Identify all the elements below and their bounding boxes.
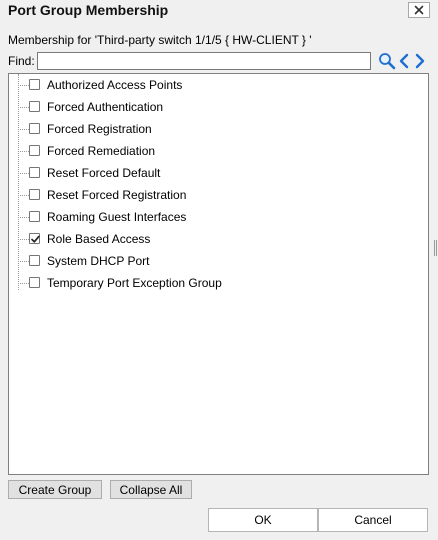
create-group-button[interactable]: Create Group: [8, 480, 102, 499]
search-icon[interactable]: [378, 52, 396, 70]
tree-item[interactable]: System DHCP Port: [9, 251, 409, 273]
ok-button[interactable]: OK: [208, 508, 318, 532]
tree-item-label: System DHCP Port: [47, 254, 150, 268]
tree-item-label: Temporary Port Exception Group: [47, 276, 222, 290]
tree-item[interactable]: Forced Authentication: [9, 97, 409, 119]
checkbox[interactable]: [29, 101, 40, 112]
tree-connector: [18, 283, 29, 284]
close-icon: [414, 5, 424, 15]
tree-item[interactable]: Roaming Guest Interfaces: [9, 207, 409, 229]
cancel-button[interactable]: Cancel: [318, 508, 428, 532]
tree-connector: [18, 85, 29, 86]
tree-item[interactable]: Forced Registration: [9, 119, 409, 141]
tree-item-label: Reset Forced Default: [47, 166, 161, 180]
checkbox[interactable]: [29, 123, 40, 134]
checkbox[interactable]: [29, 211, 40, 222]
port-group-tree[interactable]: Authorized Access Points Forced Authentic…: [8, 73, 429, 475]
checkbox[interactable]: [29, 145, 40, 156]
title-bar: Port Group Membership: [0, 0, 438, 21]
tree-connector: [18, 261, 29, 262]
find-input[interactable]: [37, 52, 371, 70]
checkbox[interactable]: [29, 79, 40, 90]
tree-connector: [18, 107, 29, 108]
tree-item[interactable]: Role Based Access: [9, 229, 409, 251]
tree-item-label: Reset Forced Registration: [47, 188, 187, 202]
checkbox[interactable]: [29, 167, 40, 178]
tree-item-label: Forced Registration: [47, 122, 152, 136]
checkbox[interactable]: [29, 189, 40, 200]
tree-connector: [18, 129, 29, 130]
tree-item[interactable]: Authorized Access Points: [9, 75, 409, 97]
tree-item[interactable]: Temporary Port Exception Group: [9, 273, 409, 295]
tree-item-label: Roaming Guest Interfaces: [47, 210, 187, 224]
tree-connector: [18, 217, 29, 218]
chevron-left-icon[interactable]: [398, 53, 410, 69]
find-label: Find:: [8, 54, 35, 68]
checkmark-icon: [31, 235, 40, 243]
dialog-title: Port Group Membership: [8, 2, 169, 18]
close-button[interactable]: [408, 2, 430, 18]
checkbox[interactable]: [29, 277, 40, 288]
chevron-right-icon[interactable]: [414, 53, 426, 69]
tree-connector: [18, 173, 29, 174]
tree-item-label: Forced Remediation: [47, 144, 156, 158]
tree-item-label: Authorized Access Points: [47, 78, 183, 92]
membership-subtitle: Membership for 'Third-party switch 1/1/5…: [8, 33, 312, 47]
tree-connector: [18, 195, 29, 196]
tree-item-label: Forced Authentication: [47, 100, 164, 114]
tree-connector: [18, 239, 29, 240]
checkbox[interactable]: [29, 255, 40, 266]
tree-connector: [18, 151, 29, 152]
collapse-all-button[interactable]: Collapse All: [110, 480, 192, 499]
tree-item[interactable]: Reset Forced Registration: [9, 185, 409, 207]
tree-item-label: Role Based Access: [47, 232, 151, 246]
tree-item[interactable]: Forced Remediation: [9, 141, 409, 163]
tree-item[interactable]: Reset Forced Default: [9, 163, 409, 185]
resize-handle[interactable]: [434, 240, 437, 256]
checkbox-checked[interactable]: [29, 233, 40, 244]
